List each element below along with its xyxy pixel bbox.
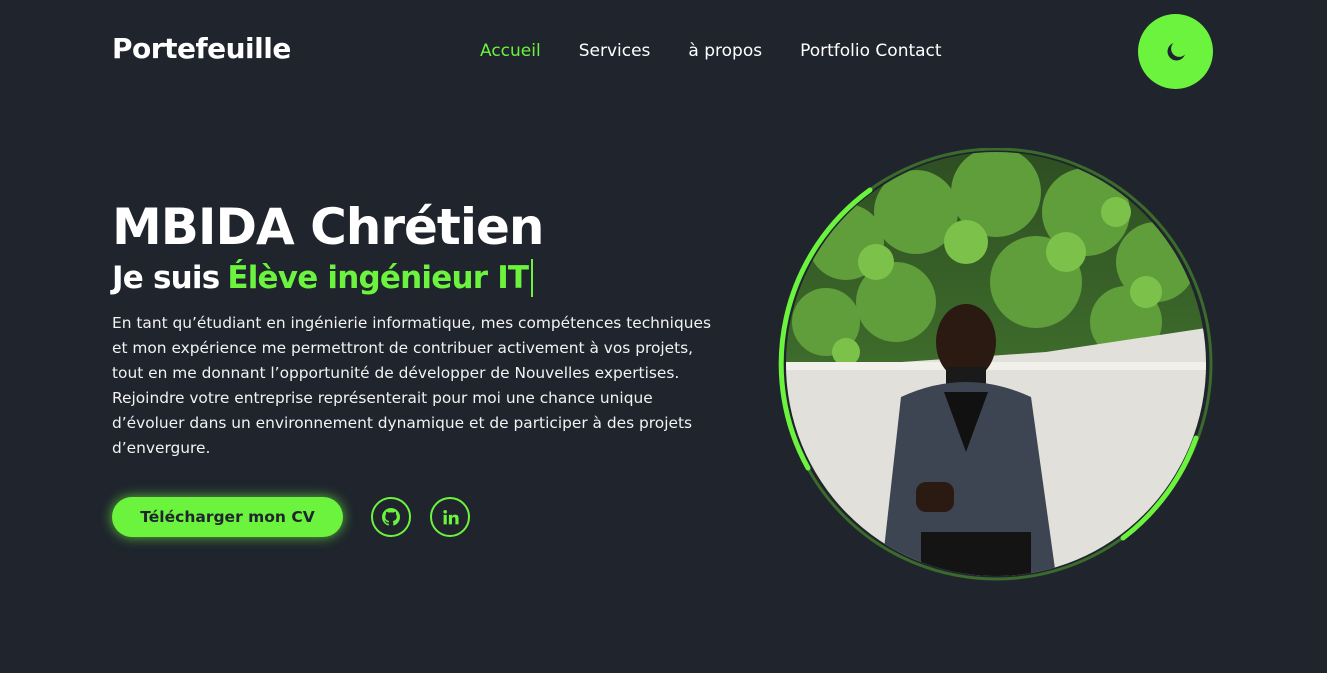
profile-photo-frame xyxy=(778,148,1214,584)
github-link[interactable] xyxy=(371,497,411,537)
github-icon xyxy=(382,508,400,526)
nav-portfolio-contact[interactable]: Portfolio Contact xyxy=(800,41,941,61)
nav-accueil[interactable]: Accueil xyxy=(480,41,541,61)
site-header: Portefeuille Accueil Services à propos P… xyxy=(0,0,1327,104)
typing-caret xyxy=(531,259,534,297)
nav-services[interactable]: Services xyxy=(579,41,651,61)
main-nav: Accueil Services à propos Portfolio Cont… xyxy=(480,41,942,61)
profile-photo xyxy=(786,152,1206,576)
hero-intro: MBIDA Chrétien Je suis Élève ingénieur I… xyxy=(112,200,732,461)
moon-icon xyxy=(1167,42,1185,60)
hero-name: MBIDA Chrétien xyxy=(112,198,544,256)
hero-role: Je suis Élève ingénieur IT xyxy=(112,259,732,297)
hero-description: En tant qu’étudiant en ingénierie inform… xyxy=(112,314,711,457)
linkedin-link[interactable] xyxy=(430,497,470,537)
linkedin-icon xyxy=(442,509,459,524)
nav-a-propos[interactable]: à propos xyxy=(688,41,762,61)
role-highlight: Élève ingénieur IT xyxy=(227,260,529,296)
theme-toggle-button[interactable] xyxy=(1138,14,1213,89)
role-prefix: Je suis xyxy=(112,260,220,296)
hero-actions: Télécharger mon CV xyxy=(112,497,470,537)
site-logo[interactable]: Portefeuille xyxy=(112,32,291,65)
download-cv-button[interactable]: Télécharger mon CV xyxy=(112,497,343,537)
